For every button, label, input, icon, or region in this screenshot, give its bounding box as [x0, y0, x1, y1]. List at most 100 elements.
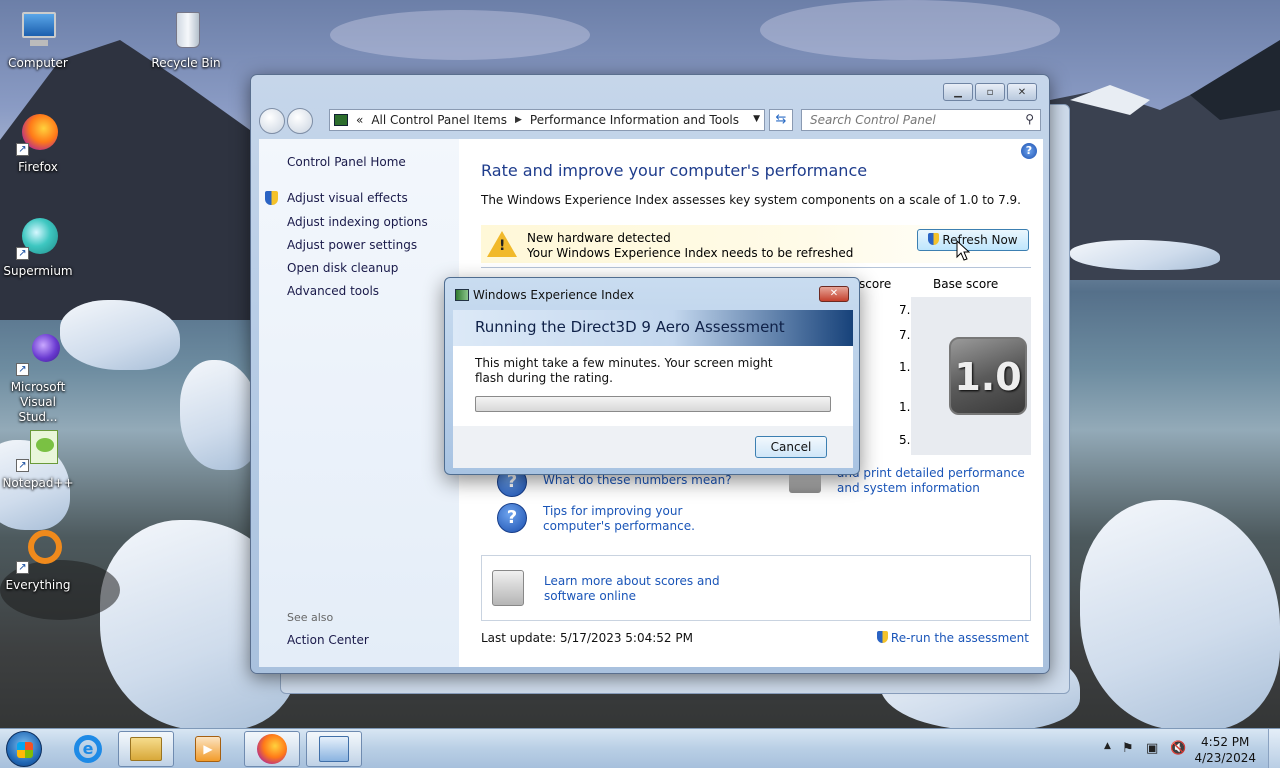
dialog-message: This might take a few minutes. Your scre… — [475, 356, 773, 385]
desktop-icon-firefox[interactable]: ↗ Firefox — [0, 112, 76, 174]
minimize-button[interactable]: ▁ — [943, 83, 973, 101]
basescore-header: Base score — [933, 277, 999, 291]
help-icon[interactable]: ? — [1021, 143, 1037, 159]
desktop-icon-visual-studio[interactable]: ↗ Microsoft Visual Stud... — [0, 332, 76, 425]
sidebar-advanced-tools[interactable]: Advanced tools — [287, 284, 379, 298]
taskbar-firefox[interactable] — [244, 731, 300, 767]
search-placeholder: Search Control Panel — [810, 113, 936, 127]
desktop-icon-computer[interactable]: Computer — [0, 8, 76, 70]
breadcrumb-performance[interactable]: Performance Information and Tools — [530, 113, 739, 127]
link-what-numbers-mean[interactable]: What do these numbers mean? — [543, 473, 732, 488]
action-center-flag-icon[interactable]: ⚑ — [1122, 741, 1134, 756]
refresh-icon[interactable]: ⇆ — [769, 109, 793, 131]
forward-button[interactable] — [287, 108, 313, 134]
learn-more-box: Learn more about scores and software onl… — [481, 555, 1031, 621]
shield-icon — [265, 191, 279, 205]
desktop-icon-everything[interactable]: ↗ Everything — [0, 530, 76, 592]
page-title: Rate and improve your computer's perform… — [481, 161, 868, 180]
warning-title: New hardware detected — [527, 231, 671, 245]
mouse-cursor-icon — [956, 240, 970, 261]
internet-explorer-icon: e — [74, 735, 102, 763]
sidebar-adjust-indexing[interactable]: Adjust indexing options — [287, 215, 428, 229]
navigation-bar: « All Control Panel Items ▶ Performance … — [259, 107, 1043, 135]
dialog-header: Running the Direct3D 9 Aero Assessment — [453, 310, 853, 346]
desktop-icon-label: Firefox — [18, 160, 58, 174]
desktop-icon-label: Supermium — [3, 264, 73, 278]
close-button[interactable]: ✕ — [1007, 83, 1037, 101]
taskbar: e ▶ ▲ ⚑ ▣ 🔇 4:52 PM 4/23/2024 — [0, 728, 1280, 768]
maximize-button[interactable]: ▫ — [975, 83, 1005, 101]
divider — [481, 267, 1031, 268]
control-panel-icon — [334, 114, 348, 126]
breadcrumb-arrow-icon[interactable]: ▶ — [515, 115, 522, 125]
control-panel-icon — [319, 736, 349, 762]
help-question-icon: ? — [497, 503, 527, 533]
dialog-close-button[interactable]: ✕ — [819, 286, 849, 302]
desktop-icon-supermium[interactable]: ↗ Supermium — [0, 216, 76, 278]
show-desktop-button[interactable] — [1268, 729, 1280, 768]
rerun-assessment-link[interactable]: Re-run the assessment — [876, 631, 1029, 645]
dialog-app-icon — [455, 289, 469, 301]
taskbar-media-player[interactable]: ▶ — [180, 731, 236, 767]
search-input[interactable]: Search Control Panel ⚲ — [801, 109, 1041, 131]
desktop-icon-recycle-bin[interactable]: Recycle Bin — [148, 8, 224, 70]
network-icon[interactable]: ▣ — [1146, 741, 1158, 756]
desktop-icon-label: Everything — [5, 578, 71, 592]
desktop-icon-notepadpp[interactable]: ↗ Notepad++ — [0, 428, 76, 490]
media-player-icon: ▶ — [195, 736, 221, 762]
uac-shield-icon — [876, 631, 888, 643]
everything-icon: ↗ — [16, 530, 62, 574]
cancel-button[interactable]: Cancel — [755, 436, 827, 458]
breadcrumb-all-items[interactable]: All Control Panel Items — [371, 113, 507, 127]
desktop-icon-label: Recycle Bin — [151, 56, 221, 70]
experience-index-dialog: Windows Experience Index ✕ Running the D… — [444, 277, 860, 475]
warning-icon: ! — [487, 231, 517, 257]
sidebar: Control Panel Home Adjust visual effects… — [259, 139, 459, 667]
dialog-heading: Running the Direct3D 9 Aero Assessment — [475, 318, 785, 336]
search-icon[interactable]: ⚲ — [1025, 112, 1034, 126]
system-tray: ▲ ⚑ ▣ 🔇 4:52 PM 4/23/2024 — [1090, 729, 1280, 768]
recycle-bin-icon — [164, 8, 208, 52]
notepadpp-icon: ↗ — [16, 428, 60, 472]
printer-icon — [789, 473, 821, 493]
refresh-now-button[interactable]: Refresh Now — [917, 229, 1029, 251]
hardware-warning-bar: ! New hardware detected Your Windows Exp… — [481, 225, 1031, 263]
sidebar-control-panel-home[interactable]: Control Panel Home — [287, 155, 406, 169]
link-print-details[interactable]: and print detailed performance and syste… — [837, 466, 1037, 496]
firefox-icon — [257, 734, 287, 764]
link-learn-more[interactable]: Learn more about scores and software onl… — [544, 574, 764, 604]
back-button[interactable] — [259, 108, 285, 134]
sidebar-adjust-visual-effects[interactable]: Adjust visual effects — [287, 191, 408, 205]
dropdown-arrow-icon[interactable]: ▼ — [753, 114, 760, 124]
clock-date: 4/23/2024 — [1194, 751, 1256, 765]
address-chevron[interactable]: « — [356, 113, 363, 127]
dialog-title: Windows Experience Index — [473, 288, 635, 302]
sidebar-disk-cleanup[interactable]: Open disk cleanup — [287, 261, 398, 275]
visual-studio-icon: ↗ — [16, 332, 60, 376]
dialog-body: This might take a few minutes. Your scre… — [453, 346, 853, 426]
desktop-icon-label: Notepad++ — [2, 476, 74, 490]
base-score-box: 1.0 — [911, 297, 1031, 455]
volume-muted-icon[interactable]: 🔇 — [1170, 741, 1186, 756]
desktop-icon-label: Computer — [8, 56, 68, 70]
software-box-icon — [492, 570, 524, 606]
taskbar-control-panel[interactable] — [306, 731, 362, 767]
dialog-footer: Cancel — [453, 426, 853, 468]
show-hidden-icons-icon[interactable]: ▲ — [1104, 741, 1111, 751]
clock[interactable]: 4:52 PM 4/23/2024 — [1194, 734, 1256, 766]
base-score-badge: 1.0 — [949, 337, 1027, 415]
computer-icon — [16, 8, 60, 52]
clock-time: 4:52 PM — [1201, 735, 1250, 749]
taskbar-explorer[interactable] — [118, 731, 174, 767]
uac-shield-icon — [928, 233, 940, 245]
rerun-label: Re-run the assessment — [890, 631, 1029, 645]
desktop-icon-label: Microsoft Visual Stud... — [10, 380, 66, 424]
taskbar-internet-explorer[interactable]: e — [60, 731, 116, 767]
subscore-header: score — [859, 277, 892, 291]
start-button[interactable] — [6, 731, 42, 767]
sidebar-adjust-power[interactable]: Adjust power settings — [287, 238, 417, 252]
address-bar[interactable]: « All Control Panel Items ▶ Performance … — [329, 109, 765, 131]
sidebar-action-center[interactable]: Action Center — [287, 633, 369, 647]
page-description: The Windows Experience Index assesses ke… — [481, 193, 1021, 207]
link-tips-improve[interactable]: Tips for improving your computer's perfo… — [543, 504, 753, 534]
